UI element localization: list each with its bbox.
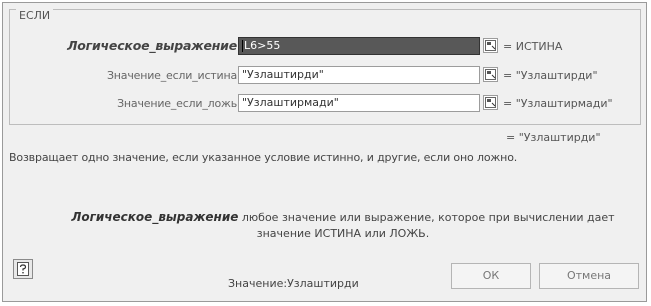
- value-if-true-value: "Узлаштирди": [242, 68, 324, 81]
- argument-description: Логическое_выражение любое значение или …: [63, 209, 623, 242]
- argument-label-value-if-false: Значение_если_ложь: [117, 97, 237, 110]
- function-arguments-group: ЕСЛИ Логическое_выражение L6>55 = ИСТИНА…: [9, 9, 641, 125]
- value-if-false-value: "Узлаштирмади": [242, 96, 339, 109]
- collapse-dialog-icon[interactable]: [483, 38, 498, 53]
- function-description: Возвращает одно значение, если указанное…: [9, 151, 518, 164]
- function-arguments-dialog: ЕСЛИ Логическое_выражение L6>55 = ИСТИНА…: [2, 2, 647, 302]
- argument-label-logical-test: Логическое_выражение: [67, 38, 237, 53]
- argument-description-text-1: любое значение или выражение, которое пр…: [238, 211, 615, 224]
- logical-test-result: = ИСТИНА: [503, 40, 563, 53]
- function-name: ЕСЛИ: [16, 9, 54, 22]
- argument-description-name: Логическое_выражение: [71, 210, 239, 224]
- argument-row-value-if-false: Значение_если_ложь "Узлаштирмади" = "Узл…: [10, 94, 642, 114]
- formula-result: = "Узлаштирди": [506, 131, 601, 144]
- formula-value: Значение:Узлаштирди: [228, 277, 359, 290]
- ok-button[interactable]: ОК: [451, 263, 531, 289]
- argument-row-value-if-true: Значение_если_истина "Узлаштирди" = "Узл…: [10, 66, 642, 86]
- value-if-false-result: = "Узлаштирмади": [503, 97, 613, 110]
- value-if-true-input[interactable]: "Узлаштирди": [238, 66, 480, 84]
- value-if-true-result: = "Узлаштирди": [503, 69, 598, 82]
- argument-row-logical-test: Логическое_выражение L6>55 = ИСТИНА: [10, 37, 642, 57]
- collapse-dialog-icon[interactable]: [483, 67, 498, 82]
- help-button[interactable]: [13, 259, 33, 279]
- logical-test-input[interactable]: L6>55: [238, 37, 480, 55]
- help-icon: [17, 262, 29, 276]
- logical-test-value: L6>55: [244, 39, 281, 52]
- cancel-button[interactable]: Отмена: [539, 263, 639, 289]
- argument-label-value-if-true: Значение_если_истина: [106, 69, 237, 82]
- collapse-dialog-icon[interactable]: [483, 95, 498, 110]
- value-if-false-input[interactable]: "Узлаштирмади": [238, 94, 480, 112]
- argument-description-text-2: значение ИСТИНА или ЛОЖЬ.: [256, 227, 430, 240]
